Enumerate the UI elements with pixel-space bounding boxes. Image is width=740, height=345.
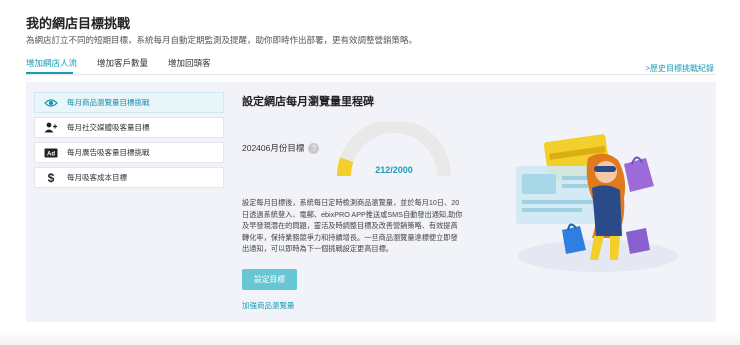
month-goal-label: 202406月份目標 [242, 143, 305, 153]
add-user-icon [43, 121, 59, 135]
help-icon[interactable]: ? [308, 142, 320, 154]
tabs-divider [26, 74, 716, 75]
sidebar-item-acquisition-cost[interactable]: $ 每月吸客成本目標 [34, 167, 224, 188]
tab-increase-customers[interactable]: 增加客戶數量 [97, 57, 148, 73]
sidebar-item-label: 每月廣告吸客量目標挑戰 [67, 148, 150, 157]
eye-icon [43, 96, 59, 110]
history-link[interactable]: >歷史目標挑戰紀錄 [645, 63, 714, 74]
sidebar-item-social-media[interactable]: 每月社交媒體吸客量目標 [34, 117, 224, 138]
boost-views-link[interactable]: 加強商品瀏覽量 [242, 300, 295, 311]
dollar-icon: $ [43, 171, 59, 185]
goal-tabs: 增加網店人流 增加客戶數量 增加回頭客 [26, 57, 211, 73]
gauge-value: 212/2000 [375, 165, 413, 175]
page-title: 我的網店目標挑戰 [26, 16, 131, 31]
milestone-title: 設定網店每月瀏覽量里程碑 [242, 96, 374, 108]
page-subtitle: 為網店訂立不同的短期目標，系統每月自動定期監測及提醒，助你即時作出部署，更有效調… [26, 35, 418, 45]
ad-icon: Ad [43, 146, 59, 160]
page-bottom-edge [0, 330, 740, 345]
tab-increase-traffic[interactable]: 增加網店人流 [26, 57, 77, 73]
shopping-illustration [516, 134, 678, 272]
svg-text:Ad: Ad [47, 151, 55, 157]
goal-description: 設定每月目標後，系統每日定時檢測商品瀏覽量，並於每月10日、20日透過系統登入、… [242, 198, 463, 253]
sidebar-item-label: 每月商品瀏覽量目標挑戰 [67, 98, 150, 107]
goal-sidebar: 每月商品瀏覽量目標挑戰 每月社交媒體吸客量目標 Ad 每月廣告吸客量目標挑戰 $… [34, 92, 224, 192]
set-goal-button[interactable]: 設定目標 [242, 269, 297, 290]
tab-increase-returning[interactable]: 增加回頭客 [168, 57, 211, 73]
svg-text:$: $ [48, 171, 55, 184]
sidebar-item-advertising[interactable]: Ad 每月廣告吸客量目標挑戰 [34, 142, 224, 163]
sidebar-item-page-views[interactable]: 每月商品瀏覽量目標挑戰 [34, 92, 224, 113]
month-goal: 202406月份目標 ? [242, 142, 320, 154]
sidebar-item-label: 每月社交媒體吸客量目標 [67, 123, 150, 132]
sidebar-item-label: 每月吸客成本目標 [67, 173, 127, 182]
